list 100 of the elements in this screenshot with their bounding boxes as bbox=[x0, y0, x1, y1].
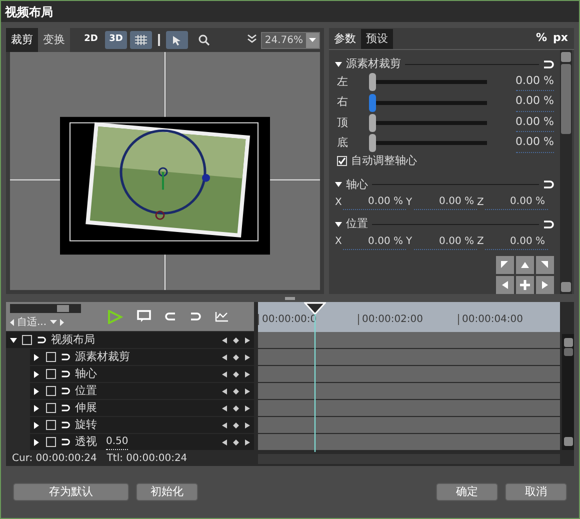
track-row[interactable]: 轴心 bbox=[30, 366, 254, 382]
view-mode-button[interactable]: 2D bbox=[80, 31, 102, 49]
nudge-button[interactable] bbox=[516, 256, 534, 274]
slider-label: 底 bbox=[336, 135, 349, 151]
total-time: Ttl: 00:00:00:24 bbox=[106, 452, 188, 466]
scale-dropdown[interactable]: 自适... bbox=[10, 314, 81, 330]
track-row[interactable]: 透视 0.50 bbox=[30, 434, 254, 450]
zoom-dropdown[interactable]: 24.76% bbox=[260, 32, 320, 48]
zoom-slider[interactable] bbox=[10, 304, 81, 312]
value-field[interactable]: 0.00 % bbox=[414, 234, 477, 250]
keyframe-nav-icon[interactable] bbox=[222, 422, 250, 428]
caret-left-icon bbox=[10, 318, 14, 326]
grid-icon bbox=[135, 35, 147, 45]
dialog-button[interactable]: 取消 bbox=[505, 483, 567, 501]
redo-icon[interactable] bbox=[190, 312, 201, 321]
track-row[interactable]: 视频布局 bbox=[6, 332, 254, 348]
track-row[interactable]: 位置 bbox=[30, 383, 254, 399]
collapse-toggle[interactable] bbox=[335, 222, 342, 227]
checkbox[interactable] bbox=[46, 437, 56, 447]
track-label: 伸展 bbox=[75, 400, 97, 416]
slider-thumb[interactable] bbox=[369, 73, 376, 92]
checkbox[interactable] bbox=[46, 386, 56, 396]
unit-toggle[interactable]: px bbox=[553, 30, 568, 46]
horizontal-scrollbar[interactable] bbox=[258, 454, 560, 464]
axis-label: X bbox=[335, 196, 343, 210]
nudge-button[interactable] bbox=[516, 276, 534, 294]
track-label: 旋转 bbox=[75, 416, 97, 433]
value-field[interactable]: 0.50 bbox=[106, 434, 128, 450]
slider[interactable] bbox=[369, 114, 487, 132]
keyframe-nav-icon[interactable] bbox=[222, 370, 250, 378]
nudge-button[interactable] bbox=[536, 276, 554, 294]
keyframe-nav-icon[interactable] bbox=[222, 388, 250, 394]
expand-toggle[interactable] bbox=[34, 422, 41, 428]
checkbox[interactable] bbox=[22, 335, 32, 345]
value-field[interactable]: 0.00 % bbox=[485, 234, 548, 250]
keyframe-nav-icon[interactable] bbox=[222, 404, 250, 412]
keyframe-nav-icon[interactable] bbox=[222, 438, 250, 446]
value-field[interactable]: 0.00 % bbox=[516, 72, 554, 92]
checkbox[interactable] bbox=[46, 420, 56, 430]
reset-icon[interactable] bbox=[543, 180, 554, 190]
section-title: 源素材裁剪 bbox=[346, 56, 401, 72]
nudge-button[interactable] bbox=[496, 256, 514, 274]
nudge-button[interactable] bbox=[496, 276, 514, 294]
tab[interactable]: 裁剪 bbox=[6, 28, 38, 52]
value-field[interactable]: 0.00 % bbox=[516, 93, 554, 112]
value-field[interactable]: 0.00 % bbox=[414, 194, 477, 210]
slider-thumb[interactable] bbox=[369, 114, 376, 132]
track-row[interactable]: 旋转 bbox=[30, 417, 254, 433]
slider-thumb[interactable] bbox=[369, 134, 376, 152]
track-row[interactable]: 源素材裁剪 bbox=[30, 349, 254, 365]
scrollbar[interactable] bbox=[560, 50, 572, 294]
reset-icon[interactable] bbox=[543, 220, 554, 229]
value-field[interactable]: 0.00 % bbox=[485, 194, 548, 210]
vertical-scrollbar[interactable] bbox=[562, 334, 574, 450]
view-mode-button[interactable]: 3D bbox=[105, 31, 127, 49]
caret-right-icon bbox=[60, 318, 64, 326]
grid-view-button[interactable] bbox=[130, 31, 152, 49]
ruler-label: 00:00:02:00 bbox=[358, 314, 458, 326]
dialog-button[interactable]: 确定 bbox=[436, 483, 498, 501]
axis-label: X bbox=[335, 235, 343, 250]
value-field[interactable]: 0.00 % bbox=[516, 114, 554, 132]
value-field[interactable]: 0.00 % bbox=[516, 134, 554, 152]
reset-icon[interactable] bbox=[37, 336, 46, 344]
slider[interactable] bbox=[369, 134, 487, 152]
expand-toggle[interactable] bbox=[34, 438, 41, 446]
speech-bubble-icon[interactable] bbox=[137, 310, 151, 323]
track-row[interactable]: 伸展 bbox=[30, 400, 254, 416]
tab[interactable]: 变换 bbox=[38, 28, 70, 52]
keyframe-nav-icon[interactable] bbox=[222, 336, 250, 344]
undo-icon[interactable] bbox=[165, 312, 176, 321]
reset-icon[interactable] bbox=[543, 60, 554, 68]
expand-toggle[interactable] bbox=[34, 354, 41, 360]
graph-icon[interactable] bbox=[215, 311, 229, 322]
slider[interactable] bbox=[369, 94, 487, 112]
slider-thumb[interactable] bbox=[57, 304, 70, 312]
collapse-toggle[interactable] bbox=[335, 182, 342, 188]
expand-toggle[interactable] bbox=[34, 388, 41, 394]
select-tool-button[interactable] bbox=[166, 31, 188, 49]
nudge-button[interactable] bbox=[536, 256, 554, 274]
keyframe-nav-icon[interactable] bbox=[222, 354, 250, 360]
checkbox[interactable] bbox=[46, 369, 56, 379]
unit-toggle[interactable]: % bbox=[536, 30, 548, 46]
expand-toggle[interactable] bbox=[34, 404, 41, 412]
timeline-ruler[interactable]: 00:00:00:0 00:00:02:00 00:00:04:00 bbox=[258, 302, 560, 332]
value-field[interactable]: 0.00 % bbox=[343, 194, 406, 210]
slider-thumb[interactable] bbox=[369, 94, 376, 112]
tab[interactable]: 预设 bbox=[361, 29, 393, 49]
corner-arrow-icon bbox=[499, 259, 511, 271]
dialog-button[interactable]: 初始化 bbox=[136, 483, 198, 501]
slider[interactable] bbox=[369, 73, 487, 92]
collapse-toggle[interactable] bbox=[335, 62, 342, 66]
search-icon[interactable] bbox=[198, 34, 210, 46]
checkbox[interactable] bbox=[46, 352, 56, 362]
expand-toggle[interactable] bbox=[10, 338, 17, 342]
pointer-icon bbox=[172, 34, 182, 46]
checkbox[interactable] bbox=[46, 403, 56, 413]
expand-toggle[interactable] bbox=[34, 370, 41, 378]
value-field[interactable]: 0.00 % bbox=[343, 234, 406, 250]
dialog-button[interactable]: 存为默认 bbox=[13, 483, 129, 501]
checkbox[interactable] bbox=[337, 156, 347, 166]
